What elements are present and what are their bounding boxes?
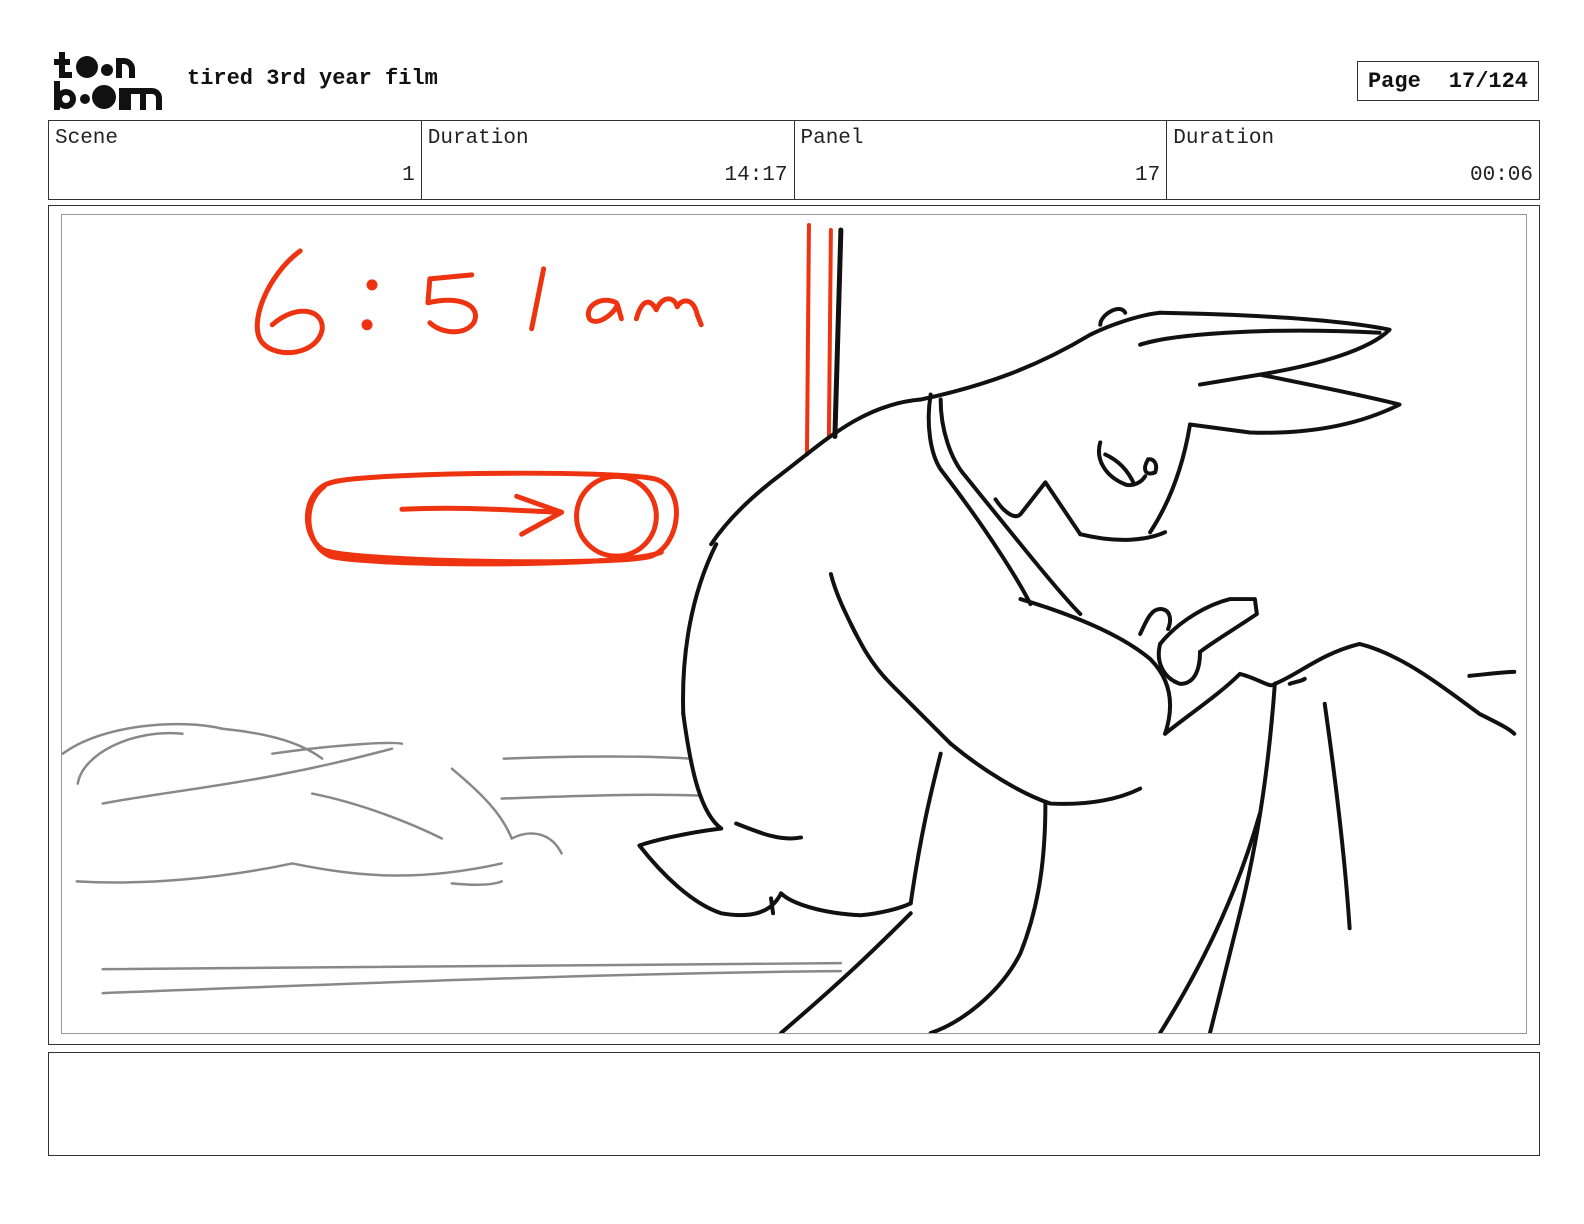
panel-duration-label: Duration [1173, 127, 1275, 150]
panel-cell: Panel 17 [795, 121, 1168, 199]
document-title: tired 3rd year film [187, 66, 438, 91]
scene-duration-label: Duration [427, 127, 529, 150]
page-value: 17/124 [1448, 68, 1529, 94]
time-annotation-sketch [254, 248, 704, 356]
camera-move-annotation [304, 470, 679, 567]
pole-dark-edge [832, 227, 844, 439]
storyboard-drawing-area [61, 214, 1527, 1034]
scene-cell: Scene 1 [49, 121, 422, 199]
panel-duration-value: 00:06 [1469, 164, 1533, 187]
scene-label: Scene [55, 127, 119, 150]
page-indicator: Page 17/124 [1357, 61, 1539, 101]
scene-duration-cell: Duration 14:17 [422, 121, 795, 199]
panel-value: 17 [1135, 164, 1161, 187]
toonboom-logo [52, 50, 164, 112]
background-sketch [62, 722, 843, 995]
storyboard-panel [48, 205, 1540, 1045]
toonboom-logo-mark [54, 52, 162, 110]
scene-value: 1 [402, 164, 415, 187]
storyboard-sketch [62, 222, 1517, 1033]
panel-notes-box [48, 1052, 1540, 1156]
scene-duration-value: 14:17 [724, 164, 788, 187]
panel-duration-cell: Duration 00:06 [1167, 121, 1539, 199]
panel-label: Panel [800, 127, 864, 150]
pole-sketch [804, 222, 833, 457]
scene-info-table: Scene 1 Duration 14:17 Panel 17 Duration… [48, 120, 1540, 200]
character-sketch [637, 307, 1517, 1033]
page-label: Page [1367, 68, 1421, 94]
